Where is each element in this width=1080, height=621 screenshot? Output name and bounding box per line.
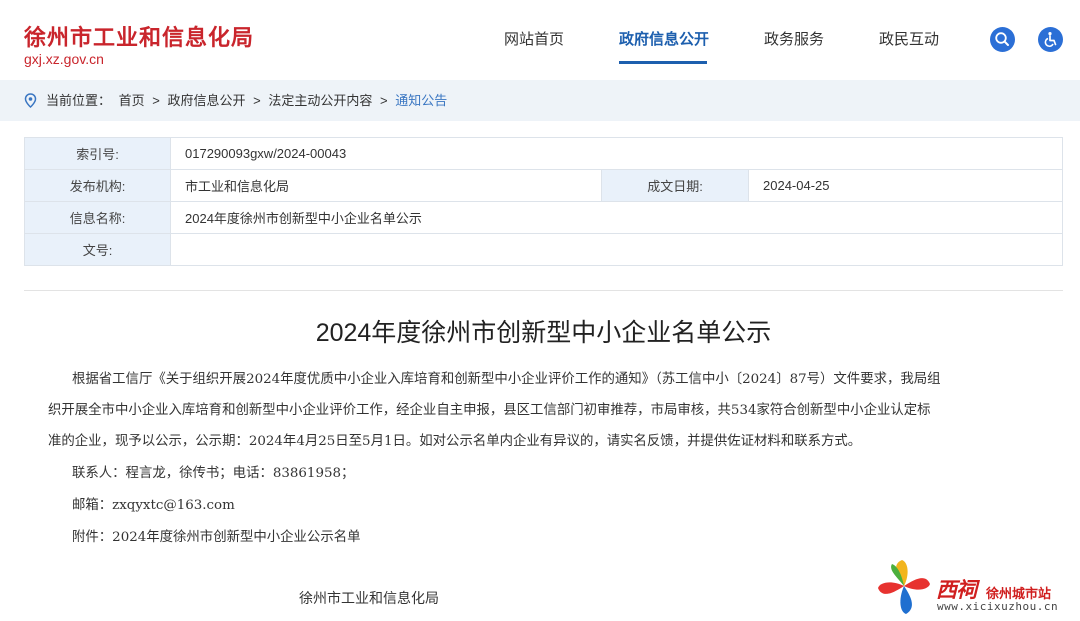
attachment-line[interactable]: 附件：2024年度徐州市创新型中小企业公示名单 (72, 522, 361, 553)
name-label: 信息名称: (24, 201, 171, 234)
contact-line: 联系人：程言龙，徐传书；电话：83861958； (72, 466, 355, 481)
search-button[interactable] (990, 27, 1015, 52)
date-label: 成文日期: (601, 169, 749, 202)
publisher-value: 市工业和信息化局 (170, 169, 602, 202)
pinwheel-logo-icon (878, 560, 930, 614)
breadcrumb-statutory[interactable]: 法定主动公开内容 (268, 93, 372, 108)
article-line: 根据省工信厅《关于组织开展2024年度优质中小企业入库培育和创新型中小企业评价工… (72, 372, 941, 387)
breadcrumb: 当前位置： 首页 > 政府信息公开 > 法定主动公开内容 > 通知公告 (0, 80, 1080, 121)
table-row: 发布机构: 市工业和信息化局 成文日期: 2024-04-25 (24, 169, 1063, 202)
index-value: 017290093gxw/2024-00043 (170, 137, 1063, 170)
wheelchair-icon (1044, 32, 1057, 47)
breadcrumb-gov-info[interactable]: 政府信息公开 (168, 93, 246, 108)
table-row: 索引号: 017290093gxw/2024-00043 (24, 137, 1063, 170)
breadcrumb-home[interactable]: 首页 (119, 93, 145, 108)
index-label: 索引号: (24, 137, 171, 170)
info-table: 索引号: 017290093gxw/2024-00043 发布机构: 市工业和信… (24, 137, 1063, 266)
name-value: 2024年度徐州市创新型中小企业名单公示 (170, 201, 1063, 234)
location-pin-icon (24, 93, 37, 108)
breadcrumb-separator: > (152, 93, 160, 108)
nav-gov-info[interactable]: 政府信息公开 (619, 0, 709, 80)
breadcrumb-separator: > (253, 93, 261, 108)
table-row: 信息名称: 2024年度徐州市创新型中小企业名单公示 (24, 201, 1063, 234)
nav-services[interactable]: 政务服务 (764, 0, 824, 80)
breadcrumb-separator: > (380, 93, 388, 108)
breadcrumb-prefix: 当前位置： (46, 93, 112, 108)
docno-value (170, 233, 1063, 266)
date-value: 2024-04-25 (748, 169, 1063, 202)
publisher-label: 发布机构: (24, 169, 171, 202)
nav-home[interactable]: 网站首页 (504, 0, 564, 80)
nav-interaction[interactable]: 政民互动 (879, 0, 939, 80)
table-row: 文号: (24, 233, 1063, 266)
search-icon (995, 32, 1009, 46)
article-title: 2024年度徐州市创新型中小企业名单公示 (315, 319, 772, 347)
accessibility-button[interactable] (1038, 27, 1063, 52)
article-line: 织开展全市中小企业入库培育和创新型中小企业评价工作，经企业自主申报，县区工信部门… (48, 403, 931, 418)
site-header: 徐州市工业和信息化局 gxj.xz.gov.cn 网站首页 政府信息公开 政务服… (0, 0, 1080, 80)
article-signature: 徐州市工业和信息化局 (299, 591, 439, 607)
site-title[interactable]: 徐州市工业和信息化局 (24, 20, 254, 52)
email-line: 邮箱：zxqyxtc@163.com (72, 498, 235, 513)
breadcrumb-notices[interactable]: 通知公告 (395, 93, 447, 108)
site-domain: gxj.xz.gov.cn (24, 51, 104, 67)
docno-label: 文号: (24, 233, 171, 266)
watermark-logo: 西祠 徐州城市站 www.xicixuzhou.cn (874, 556, 1080, 618)
article-line: 准的企业，现予以公示，公示期：2024年4月25日至5月1日。如对公示名单内企业… (48, 434, 862, 449)
divider (24, 290, 1063, 291)
watermark-url: www.xicixuzhou.cn (937, 600, 1059, 613)
